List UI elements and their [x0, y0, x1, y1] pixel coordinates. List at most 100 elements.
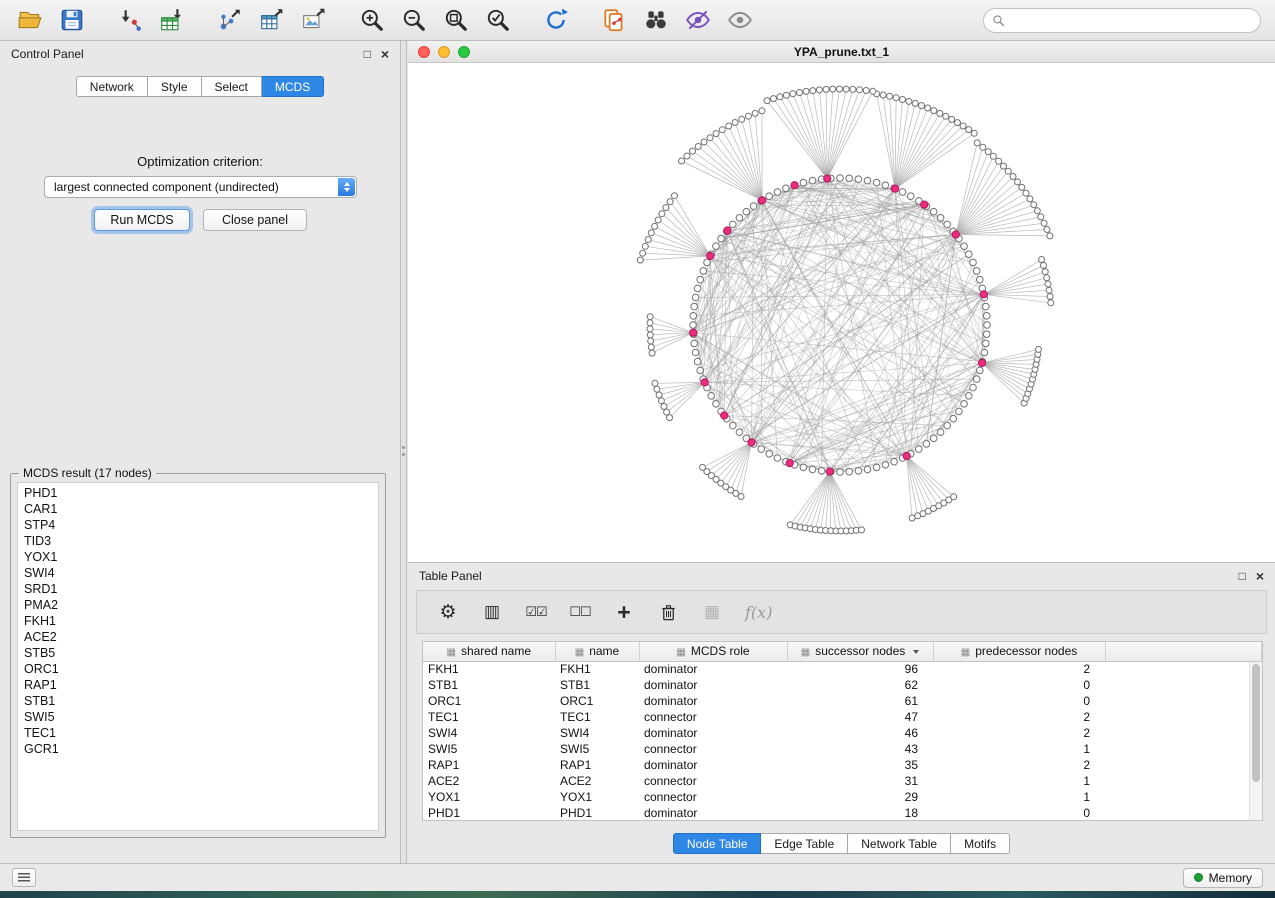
network-node[interactable] [642, 243, 648, 249]
deselect-all-icon[interactable]: ☐☐ [569, 600, 591, 624]
network-node[interactable] [954, 120, 960, 126]
table-row[interactable]: STB1STB1dominator620 [423, 677, 1262, 693]
table-cell[interactable]: 43 [787, 741, 933, 757]
network-node[interactable] [870, 88, 876, 94]
network-node[interactable] [774, 189, 781, 196]
close-panel-button[interactable]: Close panel [203, 209, 307, 231]
network-node[interactable] [1045, 281, 1051, 287]
table-cell[interactable]: YOX1 [423, 789, 555, 805]
close-panel-icon[interactable]: × [381, 48, 389, 60]
table-cell[interactable]: 31 [787, 773, 933, 789]
network-node[interactable] [882, 462, 889, 469]
network-node[interactable] [984, 322, 991, 329]
zoom-fit-button[interactable] [440, 4, 472, 36]
tab-motifs[interactable]: Motifs [951, 833, 1010, 854]
network-node[interactable] [974, 140, 980, 146]
network-node[interactable] [692, 349, 699, 356]
scrollbar-thumb[interactable] [1252, 664, 1260, 782]
share-document-button[interactable] [598, 4, 630, 36]
mcds-hub-node[interactable] [824, 175, 831, 182]
network-node[interactable] [880, 92, 886, 98]
network-node[interactable] [1041, 263, 1047, 269]
network-node[interactable] [648, 230, 654, 236]
table-row[interactable]: TEC1TEC1connector472 [423, 709, 1262, 725]
network-node[interactable] [647, 320, 653, 326]
table-cell[interactable]: connector [639, 709, 787, 725]
network-node[interactable] [752, 110, 758, 116]
network-node[interactable] [694, 358, 701, 365]
network-node[interactable] [691, 340, 698, 347]
network-node[interactable] [809, 177, 816, 184]
network-node[interactable] [738, 494, 744, 500]
mcds-result-list[interactable]: PHD1CAR1STP4TID3YOX1SWI4SRD1PMA2FKH1ACE2… [17, 482, 379, 831]
mcds-hub-node[interactable] [701, 379, 708, 386]
network-node[interactable] [704, 259, 711, 266]
mcds-result-item[interactable]: ACE2 [18, 629, 378, 645]
network-node[interactable] [656, 392, 662, 398]
network-node[interactable] [1005, 168, 1011, 174]
network-node[interactable] [764, 98, 770, 104]
table-cell[interactable]: 61 [787, 693, 933, 709]
network-node[interactable] [973, 268, 980, 275]
mcds-hub-node[interactable] [690, 329, 697, 336]
table-cell[interactable]: 1 [933, 773, 1105, 789]
refresh-view-button[interactable] [540, 4, 572, 36]
table-cell[interactable]: 2 [933, 725, 1105, 741]
mcds-result-item[interactable]: ORC1 [18, 661, 378, 677]
mcds-result-item[interactable]: SWI5 [18, 709, 378, 725]
network-node[interactable] [966, 251, 973, 258]
network-node[interactable] [1015, 179, 1021, 185]
network-node[interactable] [766, 451, 773, 458]
tab-style[interactable]: Style [148, 76, 202, 97]
network-node[interactable] [700, 268, 707, 275]
network-node[interactable] [930, 208, 937, 215]
network-node[interactable] [873, 464, 880, 471]
search-field[interactable] [983, 8, 1261, 33]
network-node[interactable] [648, 338, 654, 344]
tab-select[interactable]: Select [202, 76, 262, 97]
table-cell[interactable]: connector [639, 741, 787, 757]
network-node[interactable] [697, 367, 704, 374]
network-node[interactable] [771, 96, 777, 102]
show-elements-button[interactable] [724, 4, 756, 36]
network-node[interactable] [891, 458, 898, 465]
network-node[interactable] [783, 185, 790, 192]
table-cell[interactable]: 46 [787, 725, 933, 741]
column-header[interactable]: ▦shared name [423, 642, 555, 661]
network-node[interactable] [661, 404, 667, 410]
memory-button[interactable]: Memory [1183, 868, 1263, 888]
network-node[interactable] [900, 97, 906, 103]
table-row[interactable]: SWI5SWI5connector431 [423, 741, 1262, 757]
network-node[interactable] [647, 332, 653, 338]
network-node[interactable] [973, 376, 980, 383]
export-table-button[interactable] [256, 4, 288, 36]
mcds-result-item[interactable]: STB5 [18, 645, 378, 661]
table-cell[interactable]: SWI4 [423, 725, 555, 741]
network-node[interactable] [1038, 214, 1044, 220]
network-node[interactable] [659, 211, 665, 217]
network-node[interactable] [800, 464, 807, 471]
mcds-hub-node[interactable] [921, 201, 928, 208]
table-cell[interactable]: dominator [639, 725, 787, 741]
network-node[interactable] [694, 285, 701, 292]
mcds-result-item[interactable]: SRD1 [18, 581, 378, 597]
mcds-hub-node[interactable] [707, 252, 714, 259]
network-node[interactable] [983, 313, 990, 320]
network-node[interactable] [843, 86, 849, 92]
delete-column-icon[interactable] [657, 600, 679, 624]
table-cell[interactable]: 47 [787, 709, 933, 725]
network-node[interactable] [732, 120, 738, 126]
network-node[interactable] [949, 116, 955, 122]
zoom-selected-button[interactable] [482, 4, 514, 36]
table-row[interactable]: ACE2ACE2connector311 [423, 773, 1262, 789]
table-cell[interactable]: ACE2 [423, 773, 555, 789]
network-node[interactable] [759, 108, 765, 114]
panel-splitter[interactable] [400, 41, 407, 863]
network-node[interactable] [810, 88, 816, 94]
mcds-hub-node[interactable] [952, 231, 959, 238]
mcds-result-item[interactable]: YOX1 [18, 549, 378, 565]
network-node[interactable] [730, 221, 737, 228]
table-cell[interactable]: 62 [787, 677, 933, 693]
table-cell[interactable]: YOX1 [555, 789, 639, 805]
mcds-hub-node[interactable] [721, 412, 728, 419]
